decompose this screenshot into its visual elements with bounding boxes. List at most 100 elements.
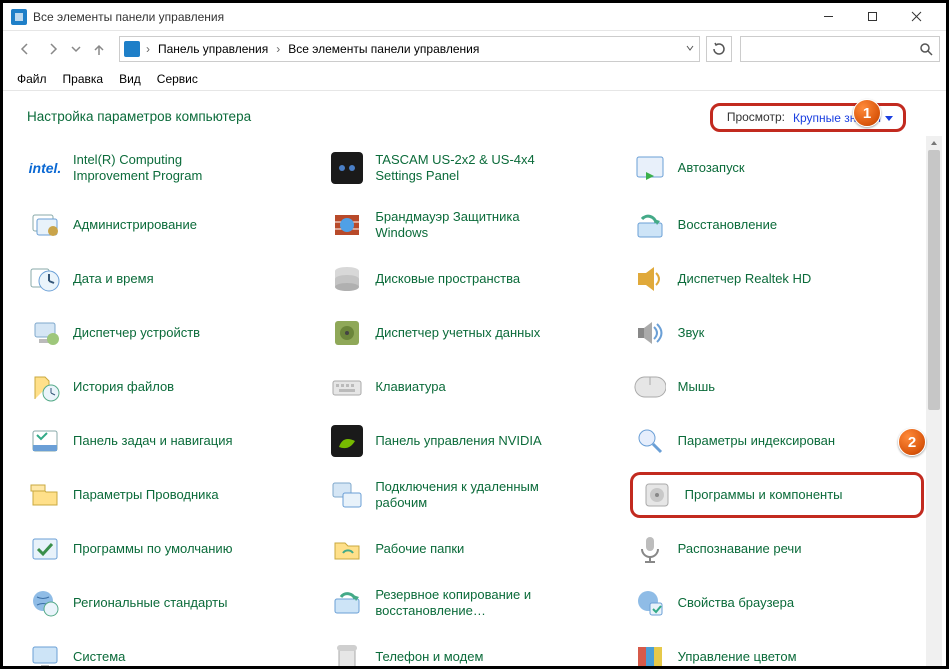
mouse-icon [632, 369, 668, 405]
item-tascam[interactable]: TASCAM US-2x2 & US-4x4 Settings Panel [327, 142, 621, 194]
item-label: Автозапуск [678, 160, 745, 176]
item-intel[interactable]: intel. Intel(R) Computing Improvement Pr… [25, 142, 319, 194]
item-label: Телефон и модем [375, 649, 483, 665]
scroll-up-icon[interactable] [926, 136, 942, 150]
item-label: Администрирование [73, 217, 197, 233]
window-title: Все элементы панели управления [33, 10, 806, 24]
navigation-bar: › Панель управления › Все элементы панел… [3, 31, 946, 67]
firewall-icon [329, 207, 365, 243]
scroll-thumb[interactable] [928, 150, 940, 410]
color-icon [632, 639, 668, 666]
address-bar[interactable]: › Панель управления › Все элементы панел… [119, 36, 700, 62]
item-internet-options[interactable]: Свойства браузера [630, 580, 924, 626]
device-manager-icon [27, 315, 63, 351]
forward-button[interactable] [41, 37, 65, 61]
search-box[interactable] [740, 36, 940, 62]
item-indexing-options[interactable]: Параметры индексирован 2 [630, 418, 924, 464]
phone-icon [329, 639, 365, 666]
item-remote-desktop[interactable]: Подключения к удаленным рабочим [327, 472, 621, 518]
region-icon [27, 585, 63, 621]
item-recovery[interactable]: Восстановление [630, 202, 924, 248]
item-default-programs[interactable]: Программы по умолчанию [25, 526, 319, 572]
autorun-icon [632, 150, 668, 186]
microphone-icon [632, 531, 668, 567]
item-programs-features[interactable]: Программы и компоненты [630, 472, 924, 518]
menu-file[interactable]: Файл [17, 72, 47, 86]
item-autorun[interactable]: Автозапуск [630, 142, 924, 194]
item-label: Звук [678, 325, 705, 341]
item-label: Диспетчер учетных данных [375, 325, 540, 341]
item-backup-restore[interactable]: Резервное копирование и восстановление… [327, 580, 621, 626]
item-label: Диспетчер Realtek HD [678, 271, 812, 287]
folder-options-icon [27, 477, 63, 513]
item-label: Дата и время [73, 271, 154, 287]
breadcrumb-root[interactable]: Панель управления [156, 42, 270, 56]
intel-icon: intel. [27, 150, 63, 186]
items-container: intel. Intel(R) Computing Improvement Pr… [25, 136, 924, 666]
item-label: Свойства браузера [678, 595, 794, 611]
nav-arrows [9, 37, 115, 61]
item-color-management[interactable]: Управление цветом [630, 634, 924, 666]
item-regional[interactable]: Региональные стандарты [25, 580, 319, 626]
vault-icon [329, 315, 365, 351]
address-history-button[interactable] [685, 42, 695, 56]
item-sound[interactable]: Звук [630, 310, 924, 356]
item-label: Параметры индексирован [678, 433, 835, 449]
programs-icon [639, 477, 675, 513]
item-label: История файлов [73, 379, 174, 395]
recovery-icon [632, 207, 668, 243]
view-label: Просмотр: [727, 110, 785, 125]
recent-locations-button[interactable] [69, 37, 83, 61]
item-mouse[interactable]: Мышь [630, 364, 924, 410]
up-button[interactable] [87, 37, 111, 61]
menu-service[interactable]: Сервис [157, 72, 198, 86]
item-storage-spaces[interactable]: Дисковые пространства [327, 256, 621, 302]
view-selector[interactable]: Просмотр: Крупные значки 1 [710, 103, 906, 132]
item-taskbar[interactable]: Панель задач и навигация [25, 418, 319, 464]
item-speech-recognition[interactable]: Распознавание речи [630, 526, 924, 572]
item-date-time[interactable]: Дата и время [25, 256, 319, 302]
close-button[interactable] [894, 3, 938, 31]
storage-icon [329, 261, 365, 297]
item-label: Параметры Проводника [73, 487, 219, 503]
menu-edit[interactable]: Правка [63, 72, 104, 86]
item-file-history[interactable]: История файлов [25, 364, 319, 410]
minimize-button[interactable] [806, 3, 850, 31]
backup-icon [329, 585, 365, 621]
file-history-icon [27, 369, 63, 405]
item-label: Региональные стандарты [73, 595, 227, 611]
breadcrumb-current[interactable]: Все элементы панели управления [286, 42, 481, 56]
item-phone-modem[interactable]: Телефон и модем [327, 634, 621, 666]
refresh-button[interactable] [706, 36, 732, 62]
sound-icon [632, 315, 668, 351]
menu-view[interactable]: Вид [119, 72, 141, 86]
item-label: Программы по умолчанию [73, 541, 232, 557]
default-programs-icon [27, 531, 63, 567]
back-button[interactable] [13, 37, 37, 61]
item-device-manager[interactable]: Диспетчер устройств [25, 310, 319, 356]
internet-options-icon [632, 585, 668, 621]
item-nvidia[interactable]: Панель управления NVIDIA [327, 418, 621, 464]
remote-desktop-icon [329, 477, 365, 513]
item-work-folders[interactable]: Рабочие папки [327, 526, 621, 572]
item-label: Панель управления NVIDIA [375, 433, 541, 449]
item-credential-manager[interactable]: Диспетчер учетных данных [327, 310, 621, 356]
item-label: Восстановление [678, 217, 777, 233]
item-keyboard[interactable]: Клавиатура [327, 364, 621, 410]
item-administration[interactable]: Администрирование [25, 202, 319, 248]
item-label: Диспетчер устройств [73, 325, 200, 341]
item-explorer-options[interactable]: Параметры Проводника [25, 472, 319, 518]
system-icon [27, 639, 63, 666]
vertical-scrollbar[interactable] [926, 136, 942, 666]
chevron-right-icon: › [274, 42, 282, 56]
annotation-badge-2: 2 [898, 428, 926, 456]
item-firewall[interactable]: Брандмауэр Защитника Windows [327, 202, 621, 248]
content-area: Настройка параметров компьютера Просмотр… [3, 91, 946, 666]
item-realtek-hd[interactable]: Диспетчер Realtek HD [630, 256, 924, 302]
item-system[interactable]: Система [25, 634, 319, 666]
window-controls [806, 3, 938, 31]
item-label: Подключения к удаленным рабочим [375, 479, 555, 512]
keyboard-icon [329, 369, 365, 405]
item-label: Резервное копирование и восстановление… [375, 587, 555, 620]
maximize-button[interactable] [850, 3, 894, 31]
